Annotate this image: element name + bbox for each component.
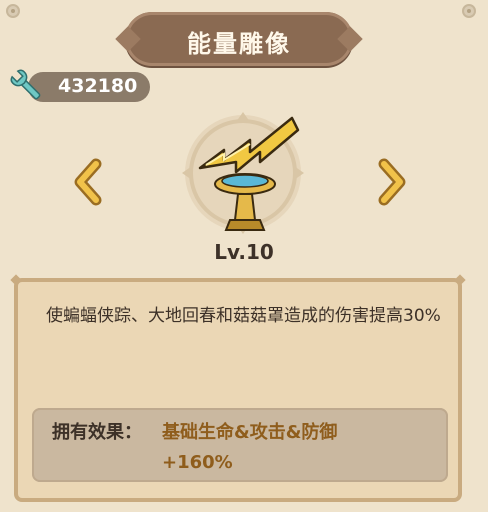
wrench-icon — [10, 69, 41, 100]
chevron-right-icon[interactable] — [374, 158, 410, 206]
effect-label: 拥有效果： — [52, 422, 142, 443]
panel-corner-ornament — [10, 274, 22, 286]
title-banner: 能量雕像 — [125, 12, 353, 66]
currency-value: 432180 — [58, 75, 138, 97]
effect-value: 基础生命&攻击&防御+160% — [162, 422, 338, 473]
corner-decoration-left — [6, 4, 20, 18]
corner-decoration-right — [462, 4, 476, 18]
panel-corner-ornament — [454, 274, 466, 286]
statue-description: 使蝙蝠侠踪、大地回春和菇菇罩造成的伤害提高30% — [46, 306, 441, 326]
lightning-statue-icon — [198, 116, 300, 231]
chevron-left-icon[interactable] — [70, 158, 106, 206]
page-title: 能量雕像 — [187, 30, 291, 58]
statue-level: Lv.10 — [214, 240, 274, 264]
